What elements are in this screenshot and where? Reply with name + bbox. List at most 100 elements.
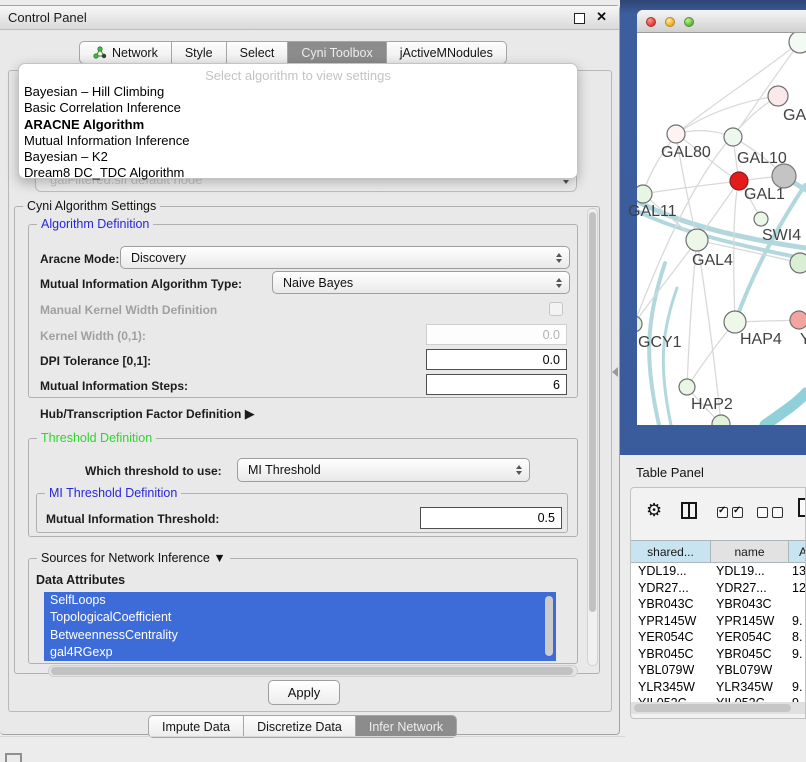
node-partial-bottom[interactable] (712, 415, 730, 425)
divider (0, 736, 625, 737)
tab-jactivemnodules[interactable]: jActiveMNodules (387, 41, 507, 64)
node-hap4[interactable] (724, 311, 746, 333)
node-gal10[interactable] (724, 128, 742, 146)
tab-cyni-toolbox-label: Cyni Toolbox (301, 46, 372, 60)
node-hap2[interactable] (679, 379, 695, 395)
tab-impute-data[interactable]: Impute Data (148, 715, 244, 738)
kernel-width-field[interactable]: 0.0 (426, 324, 567, 345)
table-row[interactable]: YBR043C YBR043C (631, 596, 806, 613)
network-icon (93, 46, 107, 59)
export-table-icon[interactable] (798, 498, 806, 517)
node-gal11[interactable] (637, 185, 652, 203)
algorithm-option[interactable]: Basic Correlation Inference (19, 100, 577, 116)
mi-threshold-field[interactable]: 0.5 (420, 507, 562, 529)
collapse-down-icon: ▼ (213, 551, 225, 565)
algorithm-option-selected[interactable]: ARACNE Algorithm (19, 117, 577, 133)
table-body: YDL19... YDL19... 13 YDR27... YDR27... 1… (631, 563, 806, 702)
node-gal4[interactable] (686, 229, 708, 251)
select-all-checkbox-icon[interactable] (717, 507, 728, 518)
tab-style[interactable]: Style (172, 41, 227, 64)
tab-infer-network[interactable]: Infer Network (356, 715, 457, 738)
algorithm-option[interactable]: Bayesian – Hill Climbing (19, 84, 577, 100)
cell-col3 (789, 596, 806, 613)
which-threshold-combobox[interactable]: MI Threshold (237, 458, 530, 482)
kernel-width-value: 0.0 (543, 328, 560, 342)
column-header-shared-name[interactable]: shared... (631, 540, 711, 563)
cell-shared-name: YDL19... (631, 563, 711, 580)
sources-toggle[interactable]: Sources for Network Inference ▼ (37, 551, 230, 565)
node-swi4[interactable] (754, 212, 768, 226)
cell-shared-name: YER054C (631, 629, 711, 646)
cyni-bottom-tabs: Impute Data Discretize Data Infer Networ… (148, 715, 457, 738)
table-row[interactable]: YDL19... YDL19... 13 (631, 563, 806, 580)
node-partial-right[interactable] (790, 253, 806, 273)
close-icon[interactable]: ✕ (596, 9, 607, 25)
table-row[interactable]: YBL079W YBL079W (631, 662, 806, 679)
deselect-all-checkbox-icon[interactable] (757, 507, 768, 518)
mi-algorithm-type-combobox[interactable]: Naive Bayes (272, 271, 570, 294)
attribute-item[interactable]: TopologicalCoefficient (44, 609, 556, 626)
minimized-panel-icon[interactable] (5, 753, 22, 762)
table-row[interactable]: YIL052C YIL052C 9. (631, 695, 806, 702)
cell-shared-name: YDR27... (631, 580, 711, 597)
cell-col3: 12 (789, 580, 806, 597)
cell-name: YBR045C (711, 646, 789, 663)
zoom-traffic-light-icon[interactable] (684, 17, 694, 27)
table-toolbar: ⚙ (631, 488, 805, 540)
panel-divider-arrow-icon[interactable] (612, 367, 618, 377)
which-threshold-label: Which threshold to use: (85, 464, 222, 478)
hub-definition-label: Hub/Transcription Factor Definition (40, 407, 241, 421)
tab-network[interactable]: Network (79, 41, 172, 64)
dpi-tolerance-field[interactable]: 0.0 (426, 349, 567, 370)
cell-name: YBR043C (711, 596, 789, 613)
attributes-scrollbar[interactable] (545, 596, 553, 656)
settings-horizontal-scrollbar[interactable] (48, 665, 578, 677)
columns-icon[interactable] (681, 502, 697, 519)
stepper-icon (556, 253, 562, 263)
algorithm-option[interactable]: Bayesian – K2 (19, 149, 577, 165)
table-row[interactable]: YLR345W YLR345W 9. (631, 679, 806, 696)
aracne-mode-combobox[interactable]: Discovery (120, 246, 570, 269)
node-pink-right[interactable] (790, 311, 806, 329)
cell-name: YBL079W (711, 662, 789, 679)
table-row[interactable]: YDR27... YDR27... 12 (631, 580, 806, 597)
settings-vertical-scrollbar[interactable] (587, 208, 598, 666)
table-row[interactable]: YPR145W YPR145W 9. (631, 613, 806, 630)
attribute-item[interactable]: gal4RGexp (44, 644, 556, 661)
screen: Control Panel ✕ Network Style (0, 0, 806, 762)
node-gcy1[interactable] (637, 316, 642, 332)
manual-kernel-width-label: Manual Kernel Width Definition (40, 303, 217, 317)
mi-steps-field[interactable]: 6 (426, 374, 567, 395)
tab-discretize-data[interactable]: Discretize Data (244, 715, 356, 738)
node-label: GAL4 (692, 252, 733, 270)
node-gal80[interactable] (667, 125, 685, 143)
minimize-traffic-light-icon[interactable] (665, 17, 675, 27)
cyni-algorithm-settings-title: Cyni Algorithm Settings (23, 199, 160, 213)
float-window-icon[interactable] (574, 13, 585, 24)
column-header-partial[interactable]: A (789, 540, 806, 563)
select-all-checkbox-icon[interactable] (732, 507, 743, 518)
table-row[interactable]: YBR045C YBR045C 9. (631, 646, 806, 663)
close-traffic-light-icon[interactable] (646, 17, 656, 27)
manual-kernel-width-checkbox[interactable] (549, 302, 563, 316)
sources-title: Sources for Network Inference (41, 551, 210, 565)
node-gal-partial[interactable] (768, 86, 788, 106)
tab-infer-network-label: Infer Network (369, 720, 443, 734)
data-attributes-list: SelfLoops TopologicalCoefficient Between… (44, 592, 556, 661)
tab-cyni-toolbox[interactable]: Cyni Toolbox (288, 41, 386, 64)
attribute-item[interactable]: SelfLoops (44, 592, 556, 609)
attribute-item[interactable]: BetweennessCentrality (44, 627, 556, 644)
cell-name: YIL052C (711, 695, 789, 702)
node-partial-top[interactable] (789, 33, 806, 53)
algorithm-dropdown-popup: Select algorithm to view settings Bayesi… (18, 63, 578, 179)
table-row[interactable]: YER054C YER054C 8. (631, 629, 806, 646)
hub-definition-toggle[interactable]: Hub/Transcription Factor Definition ▶ (40, 406, 255, 422)
algorithm-option[interactable]: Mutual Information Inference (19, 133, 577, 149)
tab-select[interactable]: Select (227, 41, 289, 64)
column-header-name[interactable]: name (711, 540, 789, 563)
apply-button[interactable]: Apply (268, 680, 340, 705)
algorithm-option[interactable]: Dream8 DC_TDC Algorithm (19, 165, 577, 181)
gear-icon[interactable]: ⚙ (646, 500, 662, 521)
table-horizontal-scrollbar[interactable] (631, 702, 806, 714)
deselect-all-checkbox-icon[interactable] (772, 507, 783, 518)
